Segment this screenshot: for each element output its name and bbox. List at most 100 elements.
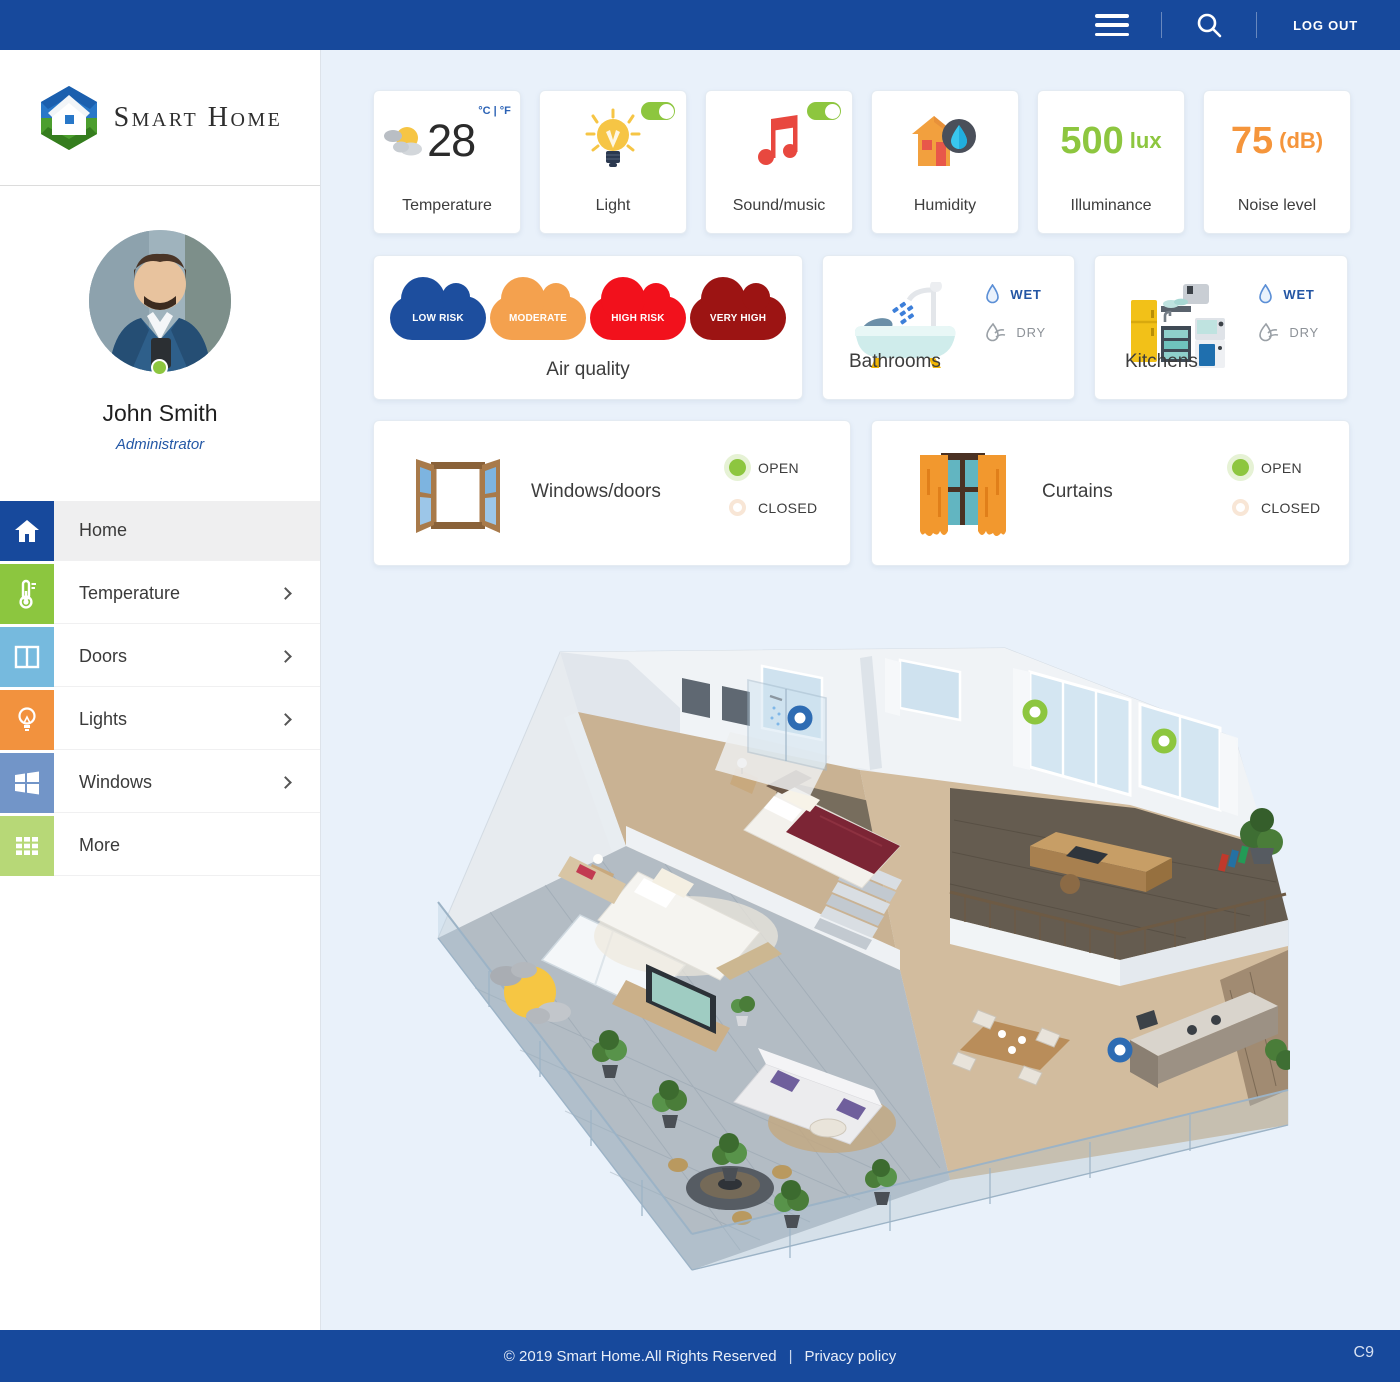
brand-name: Smart Home <box>113 101 283 133</box>
privacy-policy-link[interactable]: Privacy policy <box>805 1348 897 1365</box>
windows-doors-label: Windows/doors <box>531 481 661 502</box>
windows-doors-open-option[interactable]: OPEN <box>729 459 817 476</box>
humidity-icon <box>912 116 976 166</box>
nav-label: Doors <box>79 646 128 666</box>
temperature-card[interactable]: 28 °C | °F Temperature <box>373 90 521 234</box>
air-quality-label: Air quality <box>546 359 630 380</box>
metric-cards-row: 28 °C | °F Temperature Light Sound/music… <box>373 90 1400 234</box>
grid-icon <box>0 816 54 876</box>
sidebar: Smart Home John Smith Administrator Home… <box>0 50 321 1330</box>
avatar[interactable] <box>89 230 231 372</box>
light-card[interactable]: Light <box>539 90 687 234</box>
bathroom-sensor-marker[interactable] <box>787 705 813 731</box>
illuminance-unit: lux <box>1129 128 1162 153</box>
sidebar-item-lights[interactable]: Lights <box>0 690 320 750</box>
rooms-row: LOW RISK MODERATE HIGH RISK VERY HIGH Ai… <box>373 255 1400 400</box>
nav-label: Temperature <box>79 583 181 603</box>
curtains-card[interactable]: Curtains OPEN CLOSED <box>871 420 1350 566</box>
windows-icon <box>0 753 54 813</box>
windows-doors-card[interactable]: Windows/doors OPEN CLOSED <box>373 420 851 566</box>
illuminance-label: Illuminance <box>1070 197 1152 214</box>
header-divider <box>1161 12 1163 38</box>
sidebar-item-home[interactable]: Home <box>0 501 320 561</box>
sidebar-item-more[interactable]: More <box>0 816 320 876</box>
chevron-right-icon <box>279 587 292 600</box>
illuminance-card[interactable]: 500 lux Illuminance <box>1037 90 1185 234</box>
air-quality-card[interactable]: LOW RISK MODERATE HIGH RISK VERY HIGH Ai… <box>373 255 803 400</box>
bulb-icon <box>0 690 54 750</box>
noise-card[interactable]: 75 (dB) Noise level <box>1203 90 1351 234</box>
chevron-right-icon <box>279 650 292 663</box>
curtains-label: Curtains <box>1042 481 1113 502</box>
top-header-bar: LOG OUT <box>0 0 1400 50</box>
closed-radio-unselected <box>1232 499 1249 516</box>
brand-header: Smart Home <box>0 50 320 186</box>
noise-label: Noise level <box>1237 197 1317 214</box>
sidebar-item-windows[interactable]: Windows <box>0 753 320 813</box>
user-role: Administrator <box>115 436 205 453</box>
illuminance-value: 500 <box>1060 119 1124 162</box>
window-sensor-marker[interactable] <box>1151 728 1177 754</box>
nav-label: More <box>79 835 121 855</box>
kitchens-card[interactable]: WET DRY Kitchens <box>1094 255 1348 400</box>
sidebar-item-doors[interactable]: Doors <box>0 627 320 687</box>
kitchen-sensor-marker[interactable] <box>1107 1037 1133 1063</box>
wet-droplet-icon <box>1259 284 1273 304</box>
air-quality-moderate-cloud[interactable]: MODERATE <box>490 277 586 340</box>
air-quality-high-risk-cloud[interactable]: HIGH RISK <box>590 277 686 340</box>
humidity-label: Humidity <box>913 197 977 214</box>
open-window-icon <box>412 459 504 533</box>
header-divider <box>1256 12 1258 38</box>
bathrooms-card[interactable]: WET DRY Bathrooms <box>822 255 1075 400</box>
logout-button[interactable]: LOG OUT <box>1293 18 1358 33</box>
smart-home-dashboard: { "header": { "logout_label": "LOG OUT" … <box>0 0 1400 1382</box>
curtains-icon <box>916 447 1010 539</box>
sound-music-card[interactable]: Sound/music <box>705 90 853 234</box>
lightbulb-icon <box>585 108 641 167</box>
air-quality-very-high-cloud[interactable]: VERY HIGH <box>690 277 786 340</box>
light-label: Light <box>595 197 631 214</box>
curtains-open-option[interactable]: OPEN <box>1232 459 1320 476</box>
openables-row: Windows/doors OPEN CLOSED Curtains OPEN … <box>373 420 1400 566</box>
bathrooms-label: Bathrooms <box>849 351 941 372</box>
curtains-closed-option[interactable]: CLOSED <box>1232 499 1320 516</box>
bathrooms-wet-option[interactable]: WET <box>985 284 1046 304</box>
online-status-dot <box>151 359 168 376</box>
nav-label: Windows <box>79 772 153 792</box>
main-content: 28 °C | °F Temperature Light Sound/music… <box>321 50 1400 1330</box>
noise-unit: (dB) <box>1279 128 1324 153</box>
air-quality-low-risk-cloud[interactable]: LOW RISK <box>390 277 486 340</box>
nav-label: Home <box>79 520 128 540</box>
sidebar-item-temperature[interactable]: Temperature <box>0 564 320 624</box>
music-note-icon <box>758 115 798 165</box>
wet-droplet-icon <box>986 284 1000 304</box>
footer-separator: | <box>788 1347 793 1365</box>
dry-droplet-icon <box>1259 322 1279 342</box>
copyright-text: © 2019 Smart Home.All Rights Reserved <box>503 1347 777 1365</box>
door-icon <box>0 627 54 687</box>
closed-radio-unselected <box>729 499 746 516</box>
sun-cloud-icon <box>384 127 423 156</box>
dry-droplet-icon <box>986 322 1006 342</box>
temperature-label: Temperature <box>402 197 492 214</box>
temperature-units: °C | °F <box>478 105 511 117</box>
bathrooms-dry-option[interactable]: DRY <box>985 321 1046 343</box>
open-radio-selected <box>729 459 746 476</box>
temperature-value: 28 <box>427 115 476 166</box>
kitchens-dry-option[interactable]: DRY <box>1258 321 1319 343</box>
user-name: John Smith <box>102 400 218 426</box>
home-icon <box>0 501 54 561</box>
windows-doors-closed-option[interactable]: CLOSED <box>729 499 817 516</box>
window-sensor-marker[interactable] <box>1022 699 1048 725</box>
search-icon[interactable] <box>1196 12 1222 38</box>
kitchens-wet-option[interactable]: WET <box>1258 284 1319 304</box>
chevron-right-icon <box>279 776 292 789</box>
kitchens-label: Kitchens <box>1125 351 1198 372</box>
thermometer-icon <box>0 564 54 624</box>
hamburger-menu-icon[interactable] <box>1095 14 1130 36</box>
smart-home-logo-icon <box>40 85 97 150</box>
chevron-right-icon <box>279 713 292 726</box>
floorplan-image <box>430 620 1290 1276</box>
humidity-card[interactable]: Humidity <box>871 90 1019 234</box>
sidebar-nav: Home Temperature Doors Lights Windows Mo… <box>0 501 320 876</box>
